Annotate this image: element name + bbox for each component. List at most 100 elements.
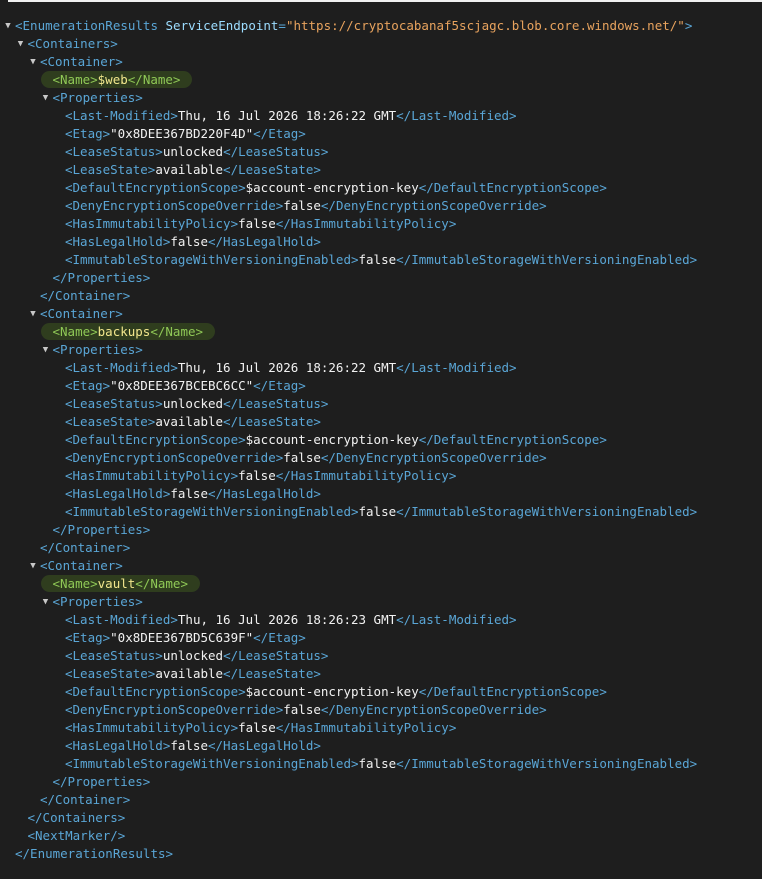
xml-close-tag: </HasImmutabilityPolicy> — [275, 468, 457, 483]
property-value: "0x8DEE367BD5C639F" — [110, 630, 254, 645]
property-value: false — [238, 720, 276, 735]
xml-close-tag: </Container> — [40, 288, 131, 303]
xml-open-tag: <HasImmutabilityPolicy> — [65, 468, 239, 483]
xml-close-tag: </Properties> — [52, 774, 151, 789]
xml-close-tag: </EnumerationResults> — [15, 846, 174, 861]
xml-close-tag: </Last-Modified> — [396, 612, 517, 627]
xml-close-tag: </DenyEncryptionScopeOverride> — [320, 702, 547, 717]
triangle-down-icon[interactable]: ▼ — [41, 341, 51, 359]
property-value: available — [155, 666, 224, 681]
xml-close-tag: </Properties> — [52, 522, 151, 537]
xml-node-properties: ▼ <Properties> — [0, 593, 762, 611]
xml-node-property: <HasImmutabilityPolicy>false</HasImmutab… — [0, 215, 762, 233]
xml-node-containers-close: </Containers> — [0, 809, 762, 827]
xml-close-tag: </Containers> — [27, 810, 126, 825]
xml-close-tag: </DefaultEncryptionScope> — [418, 180, 607, 195]
property-value: Thu, 16 Jul 2026 18:26:22 GMT — [177, 108, 397, 123]
property-value: "0x8DEE367BD220F4D" — [110, 126, 254, 141]
xml-node-property: <LeaseState>available</LeaseState> — [0, 413, 762, 431]
xml-attr-name: ServiceEndpoint — [165, 18, 279, 33]
xml-close-tag: </Etag> — [253, 630, 306, 645]
property-value: false — [170, 486, 208, 501]
xml-open-tag: <HasLegalHold> — [65, 738, 171, 753]
xml-node-property: <Last-Modified>Thu, 16 Jul 2026 18:26:22… — [0, 359, 762, 377]
property-value: false — [283, 702, 321, 717]
xml-node-property: <DenyEncryptionScopeOverride>false</Deny… — [0, 197, 762, 215]
xml-node-property: <Etag>"0x8DEE367BD5C639F"</Etag> — [0, 629, 762, 647]
xml-close-tag: </LeaseState> — [223, 666, 321, 681]
xml-close-tag: </HasImmutabilityPolicy> — [275, 216, 457, 231]
xml-open-tag: <HasImmutabilityPolicy> — [65, 720, 239, 735]
xml-close-tag: </LeaseState> — [223, 162, 321, 177]
xml-close-tag: </HasLegalHold> — [208, 234, 321, 249]
xml-node-properties-close: </Properties> — [0, 269, 762, 287]
container-name-highlight: <Name>vault</Name> — [40, 575, 200, 592]
xml-open-tag: <EnumerationResults — [15, 18, 158, 33]
xml-close-tag: </DefaultEncryptionScope> — [418, 684, 607, 699]
xml-node-enumeration-results-close: </EnumerationResults> — [0, 845, 762, 863]
xml-node-property: <HasLegalHold>false</HasLegalHold> — [0, 737, 762, 755]
container-name-highlight: <Name>backups</Name> — [40, 323, 216, 340]
xml-open-tag: <Container> — [40, 306, 123, 321]
xml-attr-close: > — [684, 18, 693, 33]
xml-node-enumeration-results: ▼ <EnumerationResults ServiceEndpoint="ht… — [0, 17, 762, 35]
xml-open-tag: <Name> — [52, 324, 98, 339]
xml-open-tag: <LeaseStatus> — [65, 396, 163, 411]
xml-close-tag: </Last-Modified> — [396, 360, 517, 375]
xml-node-property: <Etag>"0x8DEE367BD220F4D"</Etag> — [0, 125, 762, 143]
xml-node-property: <Last-Modified>Thu, 16 Jul 2026 18:26:22… — [0, 107, 762, 125]
xml-node-container: ▼ <Container> — [0, 53, 762, 71]
triangle-down-icon[interactable]: ▼ — [3, 17, 13, 35]
property-value: Thu, 16 Jul 2026 18:26:23 GMT — [177, 612, 397, 627]
triangle-down-icon[interactable]: ▼ — [41, 593, 51, 611]
xml-close-tag: </LeaseState> — [223, 414, 321, 429]
property-value: Thu, 16 Jul 2026 18:26:22 GMT — [177, 360, 397, 375]
property-value: $account-encryption-key — [245, 684, 419, 699]
xml-node-property: <LeaseStatus>unlocked</LeaseStatus> — [0, 395, 762, 413]
xml-close-tag: </Etag> — [253, 378, 306, 393]
property-value: $account-encryption-key — [245, 432, 419, 447]
triangle-down-icon[interactable]: ▼ — [41, 89, 51, 107]
xml-node-property: <DefaultEncryptionScope>$account-encrypt… — [0, 431, 762, 449]
top-divider — [8, 0, 762, 2]
xml-open-tag: <DefaultEncryptionScope> — [65, 180, 246, 195]
xml-node-property: <Last-Modified>Thu, 16 Jul 2026 18:26:23… — [0, 611, 762, 629]
xml-open-tag: <Properties> — [52, 594, 143, 609]
property-value: false — [283, 198, 321, 213]
property-value: unlocked — [162, 144, 224, 159]
xml-close-tag: </DenyEncryptionScopeOverride> — [320, 450, 547, 465]
xml-node-property: <LeaseStatus>unlocked</LeaseStatus> — [0, 647, 762, 665]
xml-open-tag: <Container> — [40, 54, 123, 69]
xml-node-property: <Etag>"0x8DEE367BCEBC6CC"</Etag> — [0, 377, 762, 395]
xml-close-tag: </Etag> — [253, 126, 306, 141]
xml-node-container-close: </Container> — [0, 539, 762, 557]
triangle-down-icon[interactable]: ▼ — [28, 557, 38, 575]
xml-close-tag: </Properties> — [52, 270, 151, 285]
property-value: "0x8DEE367BCEBC6CC" — [110, 378, 254, 393]
property-value: false — [283, 450, 321, 465]
property-value: unlocked — [162, 648, 224, 663]
triangle-down-icon[interactable]: ▼ — [28, 305, 38, 323]
xml-open-tag: <HasLegalHold> — [65, 234, 171, 249]
xml-node-property: <HasLegalHold>false</HasLegalHold> — [0, 485, 762, 503]
xml-tree: ▼ <EnumerationResults ServiceEndpoint="ht… — [0, 17, 762, 863]
xml-node-properties: ▼ <Properties> — [0, 341, 762, 359]
xml-open-tag: <Etag> — [65, 378, 111, 393]
property-value: false — [358, 504, 397, 519]
property-value: false — [238, 468, 276, 483]
xml-open-tag: <Last-Modified> — [65, 360, 178, 375]
triangle-down-icon[interactable]: ▼ — [16, 35, 26, 53]
xml-open-tag: <Last-Modified> — [65, 108, 178, 123]
xml-node-property: <LeaseState>available</LeaseState> — [0, 161, 762, 179]
xml-node-container-close: </Container> — [0, 791, 762, 809]
triangle-down-icon[interactable]: ▼ — [28, 53, 38, 71]
xml-open-tag: <Properties> — [52, 90, 143, 105]
xml-open-tag: <DenyEncryptionScopeOverride> — [65, 450, 284, 465]
xml-node-properties: ▼ <Properties> — [0, 89, 762, 107]
xml-open-tag: <Etag> — [65, 126, 111, 141]
xml-node-property: <HasImmutabilityPolicy>false</HasImmutab… — [0, 719, 762, 737]
xml-close-tag: </ImmutableStorageWithVersioningEnabled> — [396, 756, 698, 771]
xml-open-tag: <LeaseState> — [65, 162, 156, 177]
xml-open-tag: <Etag> — [65, 630, 111, 645]
xml-node-name: <Name>backups</Name> — [0, 323, 762, 341]
